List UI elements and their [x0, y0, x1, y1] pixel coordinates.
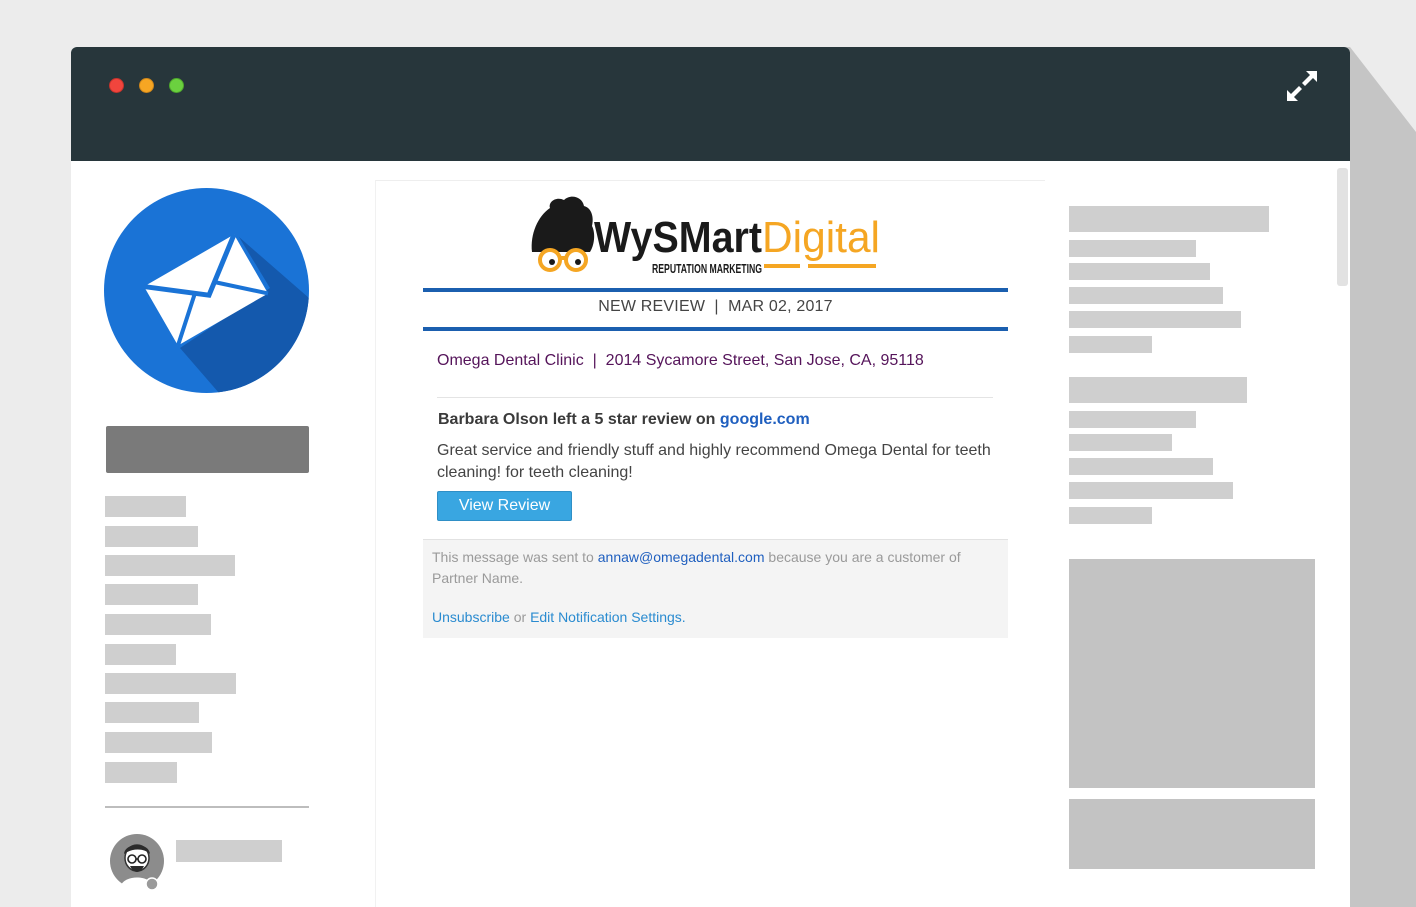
right-line-placeholder[interactable]: [1069, 434, 1172, 451]
expand-arrows-icon[interactable]: [1287, 71, 1317, 101]
sidebar-item-placeholder[interactable]: [105, 555, 235, 576]
email-footer: This message was sent to annaw@omegadent…: [423, 539, 1008, 638]
review-site-link[interactable]: google.com: [720, 411, 810, 428]
window-shadow: [1340, 47, 1416, 907]
edit-notification-settings-link[interactable]: Edit Notification Settings.: [530, 609, 686, 625]
scrollbar-thumb[interactable]: [1337, 168, 1348, 286]
review-date: MAR 02, 2017: [728, 298, 833, 315]
logo-brand-dark: WySMart: [594, 213, 762, 262]
close-window-button[interactable]: [109, 78, 124, 93]
right-line-placeholder[interactable]: [1069, 311, 1241, 328]
title-bar: [71, 47, 1350, 161]
logo-tagline: REPUTATION MARKETING: [652, 261, 762, 276]
compose-button[interactable]: [106, 426, 309, 473]
sidebar-item-placeholder[interactable]: [105, 702, 199, 723]
review-text: Great service and friendly stuff and hig…: [437, 442, 991, 481]
sidebar-divider: [105, 806, 309, 808]
right-line-placeholder[interactable]: [1069, 240, 1196, 257]
sidebar-item-placeholder[interactable]: [105, 673, 236, 694]
right-heading-placeholder: [1069, 377, 1247, 403]
ad-block-placeholder: [1069, 799, 1315, 869]
footer-notice: This message was sent to annaw@omegadent…: [432, 547, 1002, 589]
view-review-button[interactable]: View Review: [437, 491, 572, 521]
header-separator: |: [714, 298, 719, 315]
footer-or: or: [509, 609, 531, 625]
review-summary-text: Barbara Olson left a 5 star review on: [438, 411, 720, 428]
footer-sent-prefix: This message was sent to: [432, 549, 598, 565]
header-rule-bottom: [423, 327, 1008, 331]
right-line-placeholder[interactable]: [1069, 458, 1213, 475]
right-line-placeholder[interactable]: [1069, 507, 1152, 524]
business-info: Omega Dental Clinic | 2014 Sycamore Stre…: [437, 352, 924, 370]
browser-window: WySMart Digital REPUTATION MARKETING NEW…: [71, 47, 1350, 907]
right-line-placeholder[interactable]: [1069, 263, 1210, 280]
recipient-email-link[interactable]: annaw@omegadental.com: [598, 549, 765, 565]
review-header: NEW REVIEW | MAR 02, 2017: [423, 298, 1008, 316]
right-line-placeholder[interactable]: [1069, 336, 1152, 353]
business-separator: |: [592, 352, 597, 369]
business-address: 2014 Sycamore Street, San Jose, CA, 9511…: [605, 352, 924, 369]
header-rule-top: [423, 288, 1008, 292]
sidebar-item-placeholder[interactable]: [105, 526, 198, 547]
unsubscribe-link[interactable]: Unsubscribe: [432, 609, 510, 625]
business-name: Omega Dental Clinic: [437, 352, 584, 369]
sidebar-item-placeholder[interactable]: [105, 496, 186, 517]
minimize-window-button[interactable]: [139, 78, 154, 93]
maximize-window-button[interactable]: [169, 78, 184, 93]
user-avatar[interactable]: [110, 834, 166, 890]
ad-block-placeholder: [1069, 559, 1315, 788]
right-heading-placeholder: [1069, 206, 1269, 232]
right-line-placeholder[interactable]: [1069, 411, 1196, 428]
user-name-placeholder: [176, 840, 282, 862]
logo-brand-accent: Digital: [762, 213, 880, 262]
sidebar-item-placeholder[interactable]: [105, 584, 198, 605]
section-divider: [437, 397, 993, 398]
sidebar-item-placeholder[interactable]: [105, 614, 211, 635]
review-kind: NEW REVIEW: [598, 298, 706, 315]
right-line-placeholder[interactable]: [1069, 482, 1233, 499]
review-summary: Barbara Olson left a 5 star review on go…: [438, 411, 810, 429]
right-line-placeholder[interactable]: [1069, 287, 1223, 304]
sidebar-item-placeholder[interactable]: [105, 762, 177, 783]
sidebar-item-placeholder[interactable]: [105, 644, 176, 665]
wysmart-digital-logo: WySMart Digital REPUTATION MARKETING: [531, 196, 880, 276]
envelope-icon: [104, 188, 309, 393]
footer-links: Unsubscribe or Edit Notification Setting…: [432, 609, 686, 625]
sidebar-item-placeholder[interactable]: [105, 732, 212, 753]
